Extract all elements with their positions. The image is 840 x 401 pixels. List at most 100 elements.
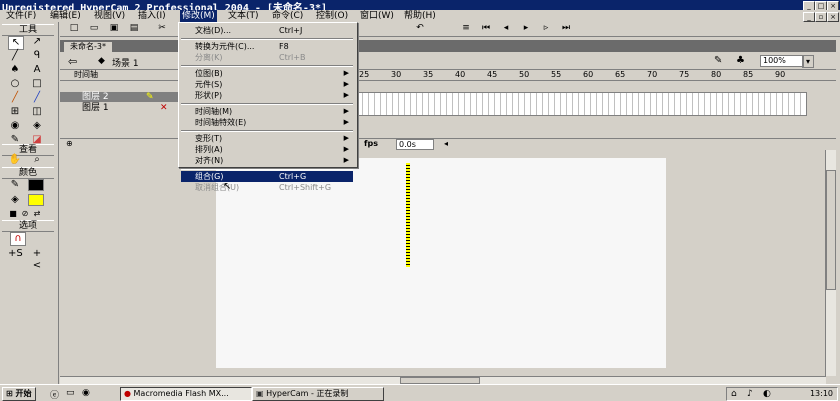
menu-item[interactable]: 变形(T) ▶: [181, 133, 353, 144]
fill-transform-icon[interactable]: ◫: [30, 106, 44, 118]
menu-item[interactable]: 文档(D)... Ctrl+J: [181, 25, 353, 36]
stroke-color-swatch[interactable]: [28, 179, 44, 191]
smooth-icon[interactable]: +S: [8, 248, 23, 260]
menu-item[interactable]: 取消组合(U) Ctrl+Shift+G: [181, 182, 353, 193]
quicklaunch-ie-icon[interactable]: ⓔ: [50, 388, 59, 401]
pencil-tool-icon[interactable]: ╱: [8, 92, 22, 104]
menu-item[interactable]: 分离(K) Ctrl+B: [181, 52, 353, 63]
rewind-icon[interactable]: ⏮: [480, 23, 492, 34]
taskbar-flash-label: Macromedia Flash MX...: [133, 389, 229, 398]
menu-edit[interactable]: 编辑(E): [48, 10, 83, 22]
ink-bottle-icon[interactable]: ◉: [8, 120, 22, 132]
pen-tool-icon[interactable]: ♠: [8, 64, 22, 76]
menu-view[interactable]: 视图(V): [92, 10, 127, 22]
title-bar: Unregistered HyperCam 2 Professional 200…: [0, 0, 840, 14]
rectangle-tool-icon[interactable]: □: [30, 78, 44, 90]
swap-colors-icon[interactable]: ⇄: [30, 208, 44, 220]
hand-tool-icon[interactable]: ✋: [8, 154, 22, 166]
menu-item[interactable]: 形状(P) ▶: [181, 90, 353, 101]
volume-icon[interactable]: ♪: [747, 388, 753, 400]
start-button[interactable]: ⊞ 开始: [2, 387, 36, 401]
menu-item[interactable]: 位图(B) ▶: [181, 68, 353, 79]
menu-text[interactable]: 文本(T): [226, 10, 261, 22]
taskbar-hypercam-button[interactable]: ▣ HyperCam - 正在录制: [252, 387, 384, 401]
doc-restore-button[interactable]: ▫: [815, 12, 827, 22]
cut-icon[interactable]: ✂: [156, 23, 168, 34]
vertical-scroll-thumb[interactable]: [826, 170, 836, 290]
network-icon[interactable]: ⌂: [731, 388, 737, 400]
stroke-color-icon[interactable]: ✎: [8, 179, 22, 191]
ruler-number: 45: [487, 70, 498, 79]
menu-item-label: 位图(B): [195, 69, 223, 78]
menu-commands[interactable]: 命令(C): [270, 10, 305, 22]
menu-item-label: 分离(K): [195, 53, 223, 62]
subselect-tool-icon[interactable]: ↗: [30, 36, 44, 48]
menu-item[interactable]: 时间轴(M) ▶: [181, 106, 353, 117]
frames-grid[interactable]: [355, 92, 807, 116]
play-icon[interactable]: ▸: [520, 23, 532, 34]
menu-modify[interactable]: 修改(M): [180, 10, 217, 22]
horizontal-scroll-thumb[interactable]: [400, 377, 480, 384]
straighten-icon[interactable]: +<: [30, 248, 44, 271]
zoom-tool-icon[interactable]: ⌕: [30, 154, 44, 166]
menu-file[interactable]: 文件(F): [4, 10, 38, 22]
paint-bucket-icon[interactable]: ◈: [30, 120, 44, 132]
save-icon[interactable]: ▣: [108, 23, 120, 34]
menu-help[interactable]: 帮助(H): [402, 10, 438, 22]
end-icon[interactable]: ⏭: [560, 23, 572, 34]
main-toolbar: □ ▭ ▣ ▤ ✂ ↶ ≡ ⏮ ◂ ▸ ▹ ⏭: [60, 22, 840, 37]
oval-tool-icon[interactable]: ○: [8, 78, 22, 90]
layer-name: 图层 2: [82, 92, 109, 102]
menu-item[interactable]: 时间轴特效(E) ▶: [181, 117, 353, 128]
document-tab-bar: 未命名-3*: [60, 40, 836, 52]
quicklaunch-media-icon[interactable]: ◉: [82, 388, 90, 398]
arrow-tool-icon[interactable]: ↖: [8, 36, 24, 50]
scroll-left-icon[interactable]: ◂: [444, 139, 448, 148]
print-icon[interactable]: ▤: [128, 23, 140, 34]
brush-tool-icon[interactable]: ╱: [30, 92, 44, 104]
vertical-scrollbar[interactable]: [825, 150, 836, 376]
submenu-arrow-icon: ▶: [343, 107, 349, 115]
add-layer-icon[interactable]: ⊕: [66, 139, 73, 148]
line-tool-icon[interactable]: ╱: [8, 50, 22, 62]
menu-item-label: 转换为元件(C)...: [195, 42, 255, 51]
doc-minimize-button[interactable]: _: [803, 12, 815, 22]
lasso-tool-icon[interactable]: ᑫ: [30, 50, 44, 62]
fill-color-swatch[interactable]: [28, 194, 44, 206]
doc-close-button[interactable]: ×: [827, 12, 839, 22]
document-tab[interactable]: 未命名-3*: [64, 42, 112, 52]
quicklaunch-desktop-icon[interactable]: ▭: [66, 388, 75, 398]
zoom-dropdown-icon[interactable]: ▾: [802, 55, 814, 68]
snap-icon[interactable]: ↶: [414, 23, 426, 34]
stage-shape-line[interactable]: [406, 163, 410, 267]
fill-color-icon[interactable]: ◈: [8, 194, 22, 206]
menu-insert[interactable]: 插入(I): [136, 10, 168, 22]
back-arrow-icon[interactable]: ⇦: [68, 55, 77, 68]
menu-window[interactable]: 窗口(W): [358, 10, 396, 22]
menu-item[interactable]: 排列(A) ▶: [181, 144, 353, 155]
menu-item[interactable]: 对齐(N) ▶: [181, 155, 353, 166]
text-tool-icon[interactable]: A: [30, 64, 44, 76]
tray-app-icon[interactable]: ◐: [763, 388, 771, 400]
edit-symbol-icon[interactable]: ♣: [736, 55, 745, 66]
taskbar-flash-button[interactable]: ● Macromedia Flash MX...: [120, 387, 252, 401]
step-back-icon[interactable]: ◂: [500, 23, 512, 34]
menu-item-label: 时间轴特效(E): [195, 118, 247, 127]
menu-control[interactable]: 控制(O): [314, 10, 350, 22]
submenu-arrow-icon: ▶: [343, 80, 349, 88]
timeline-label[interactable]: 时间轴: [74, 70, 98, 80]
menu-item[interactable]: 元件(S) ▶: [181, 79, 353, 90]
open-folder-icon[interactable]: ▭: [88, 23, 100, 34]
step-forward-icon[interactable]: ▹: [540, 23, 552, 34]
snap-magnet-icon[interactable]: ∩: [10, 232, 26, 246]
menu-item[interactable]: 组合(G) Ctrl+G: [181, 171, 353, 182]
ruler-number: 30: [391, 70, 402, 79]
edit-scene-icon[interactable]: ✎: [714, 55, 722, 66]
free-transform-icon[interactable]: ⊞: [8, 106, 22, 118]
menu-item[interactable]: 转换为元件(C)... F8: [181, 41, 353, 52]
ruler-number: 75: [679, 70, 690, 79]
align-icon[interactable]: ≡: [460, 23, 472, 34]
new-file-icon[interactable]: □: [68, 23, 80, 34]
ruler-number: 85: [743, 70, 754, 79]
zoom-select[interactable]: 100%: [760, 55, 804, 67]
